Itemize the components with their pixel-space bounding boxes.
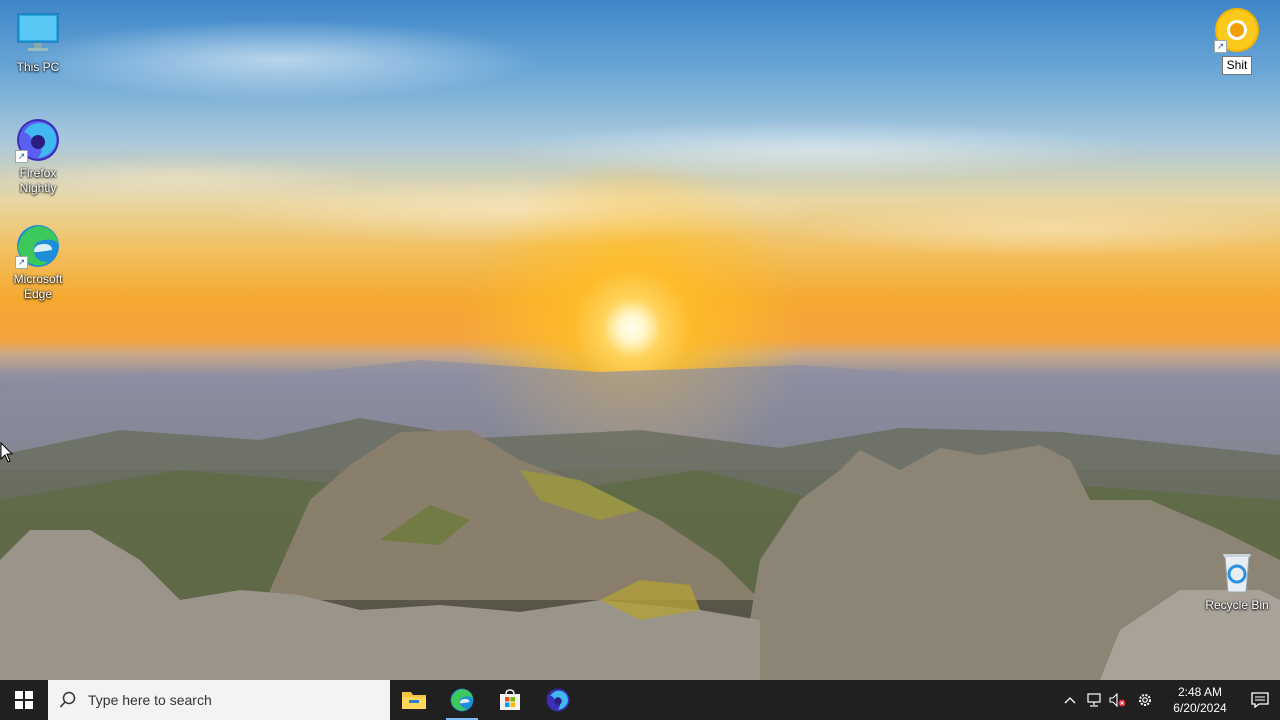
system-tray: 2:48 AM 6/20/2024 [1058, 680, 1280, 720]
network-icon[interactable] [1082, 680, 1106, 720]
wallpaper-landscape [0, 360, 1280, 680]
desktop-icon-label-line1: Microsoft [13, 272, 63, 286]
shortcut-arrow-icon: ↗ [15, 150, 28, 163]
desktop-icon-label-line2: Nightly [19, 181, 57, 195]
chrome-canary-icon: ↗ [1213, 6, 1261, 54]
edge-icon [450, 688, 474, 712]
taskbar-microsoft-edge[interactable] [438, 680, 486, 720]
volume-muted-icon[interactable] [1106, 680, 1130, 720]
taskbar-firefox-nightly[interactable] [534, 680, 582, 720]
shortcut-arrow-icon: ↗ [1214, 40, 1227, 53]
edge-icon: ↗ [14, 222, 62, 270]
desktop-icon-label-line2: Edge [23, 287, 53, 301]
taskbar: Type here to search 2:48 AM 6/20/2024 [0, 680, 1280, 720]
desktop-icon-label: Recycle Bin [1205, 598, 1269, 612]
desktop-icon-label: Shit [1221, 56, 1253, 75]
desktop-icon-recycle-bin[interactable]: Recycle Bin [1199, 548, 1275, 613]
store-icon [500, 689, 520, 710]
search-placeholder: Type here to search [88, 692, 212, 708]
recycle-bin-icon [1213, 548, 1261, 596]
file-explorer-icon [402, 692, 426, 709]
desktop-icon-shit[interactable]: ↗ Shit [1199, 6, 1275, 75]
firefox-nightly-icon [546, 688, 570, 712]
start-button[interactable] [0, 680, 48, 720]
chevron-up-icon[interactable] [1058, 680, 1082, 720]
desktop-icon-label-line1: Firefox [19, 166, 57, 180]
search-icon [48, 691, 88, 709]
shortcut-arrow-icon: ↗ [15, 256, 28, 269]
notification-icon [1251, 692, 1269, 708]
this-pc-icon [14, 10, 62, 58]
desktop-icon-this-pc[interactable]: This PC [0, 10, 76, 75]
taskbar-microsoft-store[interactable] [486, 680, 534, 720]
taskbar-clock[interactable]: 2:48 AM 6/20/2024 [1160, 684, 1240, 716]
clock-date: 6/20/2024 [1173, 701, 1227, 715]
desktop-icon-microsoft-edge[interactable]: ↗ Microsoft Edge [0, 222, 76, 302]
gear-icon[interactable] [1130, 680, 1160, 720]
taskbar-file-explorer[interactable] [390, 680, 438, 720]
desktop-icon-firefox-nightly[interactable]: ↗ Firefox Nightly [0, 116, 76, 196]
clock-time: 2:48 AM [1177, 685, 1223, 699]
firefox-nightly-icon: ↗ [14, 116, 62, 164]
notification-center-button[interactable] [1240, 692, 1280, 708]
taskbar-search-box[interactable]: Type here to search [48, 680, 390, 720]
mouse-pointer-icon [0, 442, 14, 463]
windows-logo-icon [15, 691, 33, 709]
desktop-icon-label: This PC [16, 60, 60, 74]
